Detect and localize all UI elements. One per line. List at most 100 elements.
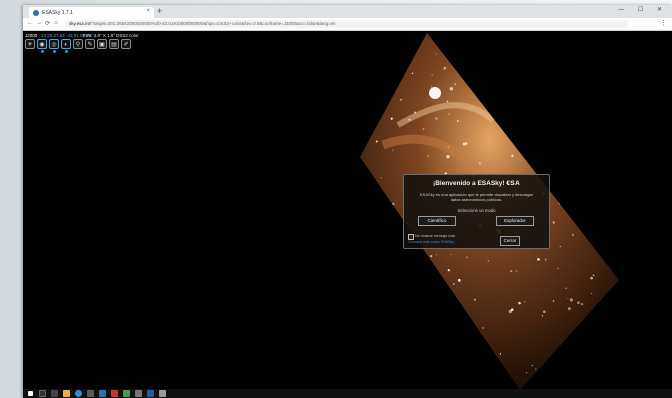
close-button[interactable]: Cerrar — [500, 236, 520, 246]
star — [490, 41, 493, 44]
star — [590, 201, 593, 203]
star — [446, 100, 449, 103]
star — [538, 71, 541, 74]
os-taskbar — [23, 389, 672, 398]
star — [488, 57, 492, 61]
star — [454, 61, 457, 65]
star — [590, 293, 592, 294]
star — [539, 156, 543, 160]
file-explorer-icon[interactable] — [63, 390, 70, 397]
star — [493, 111, 495, 113]
star — [595, 231, 598, 234]
star — [597, 321, 599, 323]
app-icon[interactable] — [159, 390, 166, 397]
star — [394, 77, 398, 81]
star — [561, 382, 564, 385]
star — [376, 46, 379, 49]
task-view-icon[interactable] — [51, 390, 58, 397]
app-icon[interactable] — [111, 390, 118, 397]
star — [412, 313, 416, 317]
fov-readout: FoV: 3.9° X 1.8° — [83, 33, 116, 38]
star — [531, 364, 533, 366]
star — [397, 83, 399, 85]
star — [372, 248, 376, 252]
star — [620, 270, 621, 271]
star — [584, 202, 588, 206]
list-icon[interactable]: ▤ — [109, 39, 119, 49]
star — [607, 139, 611, 143]
search-icon[interactable] — [39, 390, 46, 397]
scientist-button[interactable]: Científico — [418, 216, 456, 226]
star — [470, 55, 474, 60]
star — [401, 335, 404, 338]
star — [450, 253, 452, 255]
survey-name[interactable]: DSS2 color — [116, 33, 139, 38]
star — [360, 224, 361, 228]
app-icon[interactable] — [147, 390, 154, 397]
app-icon[interactable] — [99, 390, 106, 397]
star — [534, 128, 538, 132]
search-icon[interactable]: ⚲ — [73, 39, 83, 49]
star — [380, 177, 382, 179]
star — [535, 368, 537, 370]
star — [455, 319, 458, 321]
edit-icon[interactable]: ✎ — [85, 39, 95, 49]
star — [552, 221, 555, 224]
star — [382, 207, 386, 210]
star — [390, 117, 393, 120]
star — [438, 363, 440, 365]
star — [388, 293, 391, 296]
coord-frame[interactable]: J2000 — [25, 33, 37, 38]
star — [596, 224, 600, 228]
star — [400, 99, 402, 101]
star — [587, 329, 590, 332]
learn-more-link[interactable]: Conozca más sobre ESASky — [408, 240, 454, 244]
app-icon[interactable] — [87, 390, 94, 397]
star — [567, 307, 571, 311]
star — [600, 90, 603, 92]
star — [459, 332, 461, 334]
star — [537, 258, 540, 261]
star — [618, 126, 619, 128]
select-mode-label: Seleccione un modo — [457, 208, 496, 213]
star — [425, 379, 428, 382]
indicator-dot — [65, 50, 68, 53]
star — [361, 41, 365, 45]
star — [619, 184, 622, 187]
star — [378, 312, 382, 316]
target-icon[interactable]: ◎ — [49, 39, 59, 49]
app-icon[interactable] — [123, 390, 130, 397]
star — [531, 104, 535, 108]
pen-icon[interactable]: ✐ — [121, 39, 131, 49]
star — [577, 95, 579, 97]
screenshot-icon[interactable]: ▣ — [97, 39, 107, 49]
star — [552, 300, 555, 302]
star — [601, 192, 605, 196]
start-icon[interactable] — [28, 391, 33, 396]
star — [428, 313, 432, 317]
star — [493, 384, 495, 386]
star — [526, 372, 528, 374]
star — [435, 117, 438, 120]
welcome-dialog: ¡Bienvenido a ESASky! €SA ESASky es una … — [403, 174, 550, 249]
chrome-icon[interactable] — [75, 390, 82, 397]
star — [415, 299, 417, 301]
sky-view-canvas[interactable] — [23, 5, 672, 398]
explorer-button[interactable]: Explorador — [496, 216, 534, 226]
star — [431, 74, 433, 76]
star — [557, 105, 560, 108]
dialog-title-text: ¡Bienvenido a ESASky! — [433, 180, 505, 187]
star — [528, 99, 532, 103]
star — [392, 210, 394, 212]
sky-survey-icon[interactable]: ☀ — [25, 39, 35, 49]
star — [364, 308, 367, 311]
star — [591, 180, 594, 183]
star — [487, 260, 489, 262]
star — [389, 303, 392, 306]
planning-icon[interactable]: ◐ — [61, 39, 71, 49]
star — [385, 317, 389, 322]
star — [446, 154, 450, 159]
explore-icon[interactable]: ◉ — [37, 39, 47, 49]
app-icon[interactable] — [135, 390, 142, 397]
star — [612, 319, 616, 324]
